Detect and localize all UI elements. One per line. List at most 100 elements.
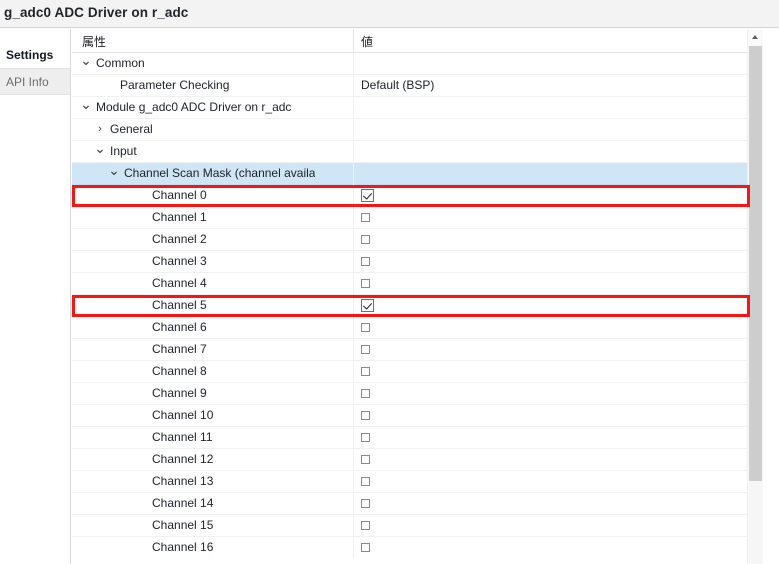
cell-divider: [353, 471, 354, 493]
chevron-down-icon[interactable]: ⌄: [108, 163, 120, 178]
row-label: Common: [96, 56, 145, 70]
table-row[interactable]: Channel 9: [72, 383, 779, 405]
window-title-bar: g_adc0 ADC Driver on r_adc: [0, 0, 779, 28]
tab-settings[interactable]: Settings: [0, 41, 70, 68]
vertical-tab-strip: Settings API Info: [0, 29, 71, 564]
page-title: g_adc0 ADC Driver on r_adc: [4, 5, 189, 20]
table-row[interactable]: Channel 5: [72, 295, 779, 317]
table-row[interactable]: Channel 6: [72, 317, 779, 339]
row-label: Channel 15: [152, 518, 214, 532]
table-row[interactable]: Channel 12: [72, 449, 779, 471]
checkbox-unchecked[interactable]: [361, 499, 370, 508]
cell-divider: [353, 119, 354, 141]
table-header-row: 属性 値: [72, 29, 779, 53]
table-row[interactable]: Channel 3: [72, 251, 779, 273]
checkbox-checked[interactable]: [361, 189, 374, 202]
row-value[interactable]: Default (BSP): [361, 78, 434, 92]
property-tree-panel: 属性 値 ⌄ Common Parameter Checking Default (B…: [72, 29, 779, 564]
column-divider[interactable]: [353, 29, 354, 53]
table-row[interactable]: ⌄ Common: [72, 53, 779, 75]
row-label: Channel 3: [152, 254, 207, 268]
checkbox-checked[interactable]: [361, 299, 374, 312]
table-row[interactable]: Channel 4: [72, 273, 779, 295]
table-row[interactable]: Channel 10: [72, 405, 779, 427]
row-label: Channel 11: [152, 430, 213, 444]
row-label: Channel 0: [152, 188, 207, 202]
cell-divider: [353, 207, 354, 229]
cell-divider: [353, 449, 354, 471]
cell-divider: [353, 229, 354, 251]
checkbox-unchecked[interactable]: [361, 257, 370, 266]
chevron-right-icon[interactable]: ›: [94, 122, 106, 137]
property-tree-rows: ⌄ Common Parameter Checking Default (BSP) ⌄ M…: [72, 53, 779, 564]
scrollbar-track[interactable]: [749, 481, 762, 564]
table-row[interactable]: Channel 0: [72, 185, 779, 207]
checkbox-unchecked[interactable]: [361, 279, 370, 288]
table-row[interactable]: Channel 11: [72, 427, 779, 449]
cell-divider: [353, 537, 354, 559]
table-row[interactable]: ⌄ Input: [72, 141, 779, 163]
row-label: Channel 6: [152, 320, 207, 334]
table-row[interactable]: ⌄ Channel Scan Mask (channel availa: [72, 163, 779, 185]
tab-settings-label: Settings: [6, 47, 54, 62]
row-label: Channel 12: [152, 452, 214, 466]
table-row[interactable]: › General: [72, 119, 779, 141]
chevron-up-icon: [752, 35, 758, 39]
checkbox-unchecked[interactable]: [361, 455, 370, 464]
table-row[interactable]: ⌄ Module g_adc0 ADC Driver on r_adc: [72, 97, 779, 119]
table-row[interactable]: Channel 15: [72, 515, 779, 537]
table-row[interactable]: Channel 7: [72, 339, 779, 361]
row-label: Channel 4: [152, 276, 207, 290]
panel-right-edge: [763, 29, 779, 564]
row-label: Channel 7: [152, 342, 207, 356]
cell-divider: [353, 141, 354, 163]
table-row[interactable]: Parameter Checking Default (BSP): [72, 75, 779, 97]
table-row[interactable]: Channel 14: [72, 493, 779, 515]
tab-api-info[interactable]: API Info: [0, 68, 70, 95]
table-row[interactable]: Channel 2: [72, 229, 779, 251]
row-label: Input: [110, 144, 137, 158]
checkbox-unchecked[interactable]: [361, 235, 370, 244]
cell-divider: [353, 383, 354, 405]
tab-api-info-label: API Info: [6, 74, 49, 89]
cell-divider: [353, 185, 354, 207]
table-row[interactable]: Channel 13: [72, 471, 779, 493]
checkbox-unchecked[interactable]: [361, 213, 370, 222]
checkbox-unchecked[interactable]: [361, 345, 370, 354]
column-header-value[interactable]: 値: [361, 33, 373, 50]
table-row[interactable]: Channel 16: [72, 537, 779, 559]
chevron-down-icon[interactable]: ⌄: [80, 97, 92, 112]
checkbox-unchecked[interactable]: [361, 411, 370, 420]
cell-divider: [353, 53, 354, 75]
row-label: Module g_adc0 ADC Driver on r_adc: [96, 100, 292, 114]
scrollbar-thumb[interactable]: [749, 46, 762, 481]
row-label: Channel 9: [152, 386, 207, 400]
cell-divider: [353, 251, 354, 273]
row-label: Channel 10: [152, 408, 214, 422]
table-row[interactable]: Channel 1: [72, 207, 779, 229]
checkbox-unchecked[interactable]: [361, 543, 370, 552]
column-header-property[interactable]: 属性: [82, 33, 106, 50]
row-label: Channel 16: [152, 540, 214, 554]
cell-divider: [353, 163, 354, 185]
checkbox-unchecked[interactable]: [361, 477, 370, 486]
checkbox-unchecked[interactable]: [361, 367, 370, 376]
checkbox-unchecked[interactable]: [361, 389, 370, 398]
cell-divider: [353, 273, 354, 295]
checkbox-unchecked[interactable]: [361, 433, 370, 442]
cell-divider: [353, 427, 354, 449]
cell-divider: [353, 317, 354, 339]
cell-divider: [353, 405, 354, 427]
cell-divider: [353, 493, 354, 515]
row-label: Channel 8: [152, 364, 207, 378]
chevron-down-icon[interactable]: ⌄: [94, 141, 106, 156]
checkbox-unchecked[interactable]: [361, 521, 370, 530]
table-row[interactable]: Channel 8: [72, 361, 779, 383]
row-label: Channel 14: [152, 496, 214, 510]
chevron-down-icon[interactable]: ⌄: [80, 53, 92, 68]
scroll-up-arrow-button[interactable]: [748, 29, 763, 45]
checkbox-unchecked[interactable]: [361, 323, 370, 332]
cell-divider: [353, 361, 354, 383]
vertical-scrollbar[interactable]: [747, 29, 763, 564]
cell-divider: [353, 515, 354, 537]
